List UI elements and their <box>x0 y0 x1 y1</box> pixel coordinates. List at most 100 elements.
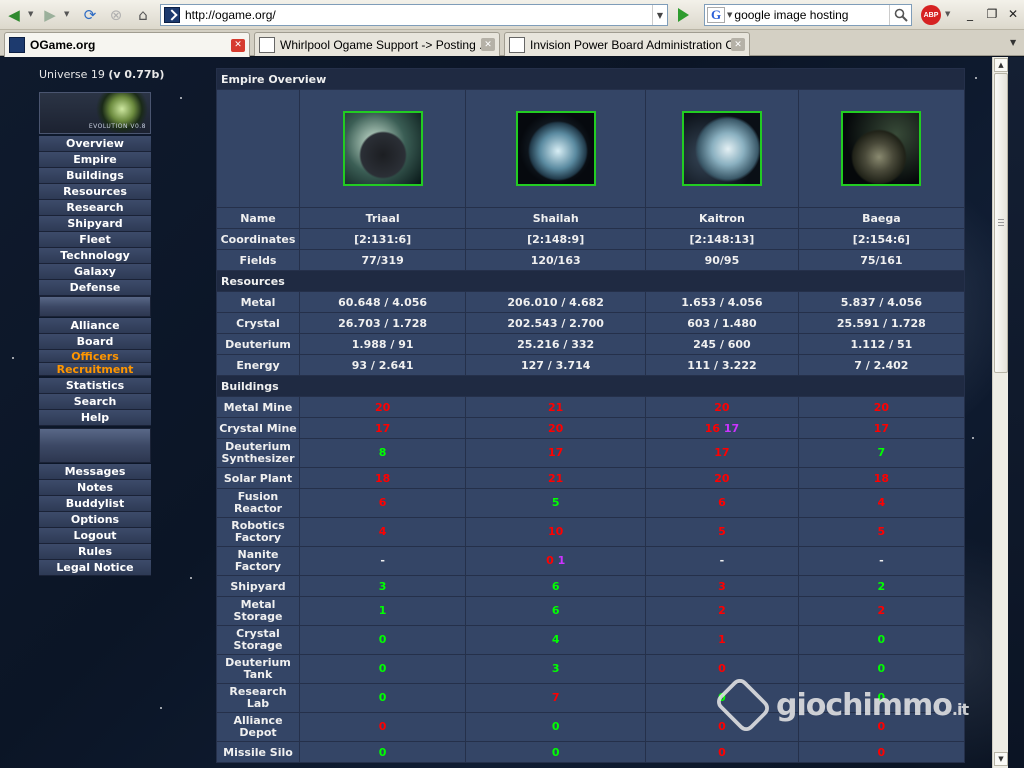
minimize-icon[interactable]: _ <box>962 6 978 22</box>
planet-name[interactable]: Kaitron <box>646 208 798 228</box>
building-level[interactable]: 10 <box>548 525 563 538</box>
menu-item-resources[interactable]: Resources <box>39 184 151 200</box>
restore-icon[interactable]: ❐ <box>984 6 1000 22</box>
planet-image[interactable] <box>515 111 596 186</box>
menu-item-overview[interactable]: Overview <box>39 136 151 152</box>
building-level[interactable]: 7 <box>878 446 886 459</box>
building-level[interactable]: 21 <box>548 401 563 414</box>
menu-item-alliance[interactable]: Alliance <box>39 318 151 334</box>
building-level[interactable]: 3 <box>718 580 726 593</box>
building-level[interactable]: 16 <box>705 422 720 435</box>
menu-item-logout[interactable]: Logout <box>39 528 151 544</box>
building-level[interactable]: 4 <box>552 633 560 646</box>
building-level[interactable]: 21 <box>548 472 563 485</box>
menu-item-galaxy[interactable]: Galaxy <box>39 264 151 280</box>
planet-image[interactable] <box>681 111 762 186</box>
menu-item-buddylist[interactable]: Buddylist <box>39 496 151 512</box>
building-level[interactable]: 1 <box>718 633 726 646</box>
back-icon[interactable]: ◀ <box>4 5 24 25</box>
back-dropdown-icon[interactable]: ▼ <box>28 10 33 18</box>
building-level[interactable]: 8 <box>379 446 387 459</box>
planet-name[interactable]: Shailah <box>466 208 646 228</box>
planet-coords[interactable]: [2:131:6] <box>300 229 466 249</box>
go-icon[interactable] <box>672 5 694 25</box>
building-level[interactable]: 18 <box>874 472 889 485</box>
close-tab-icon[interactable]: ✕ <box>231 38 245 52</box>
menu-item-legal-notice[interactable]: Legal Notice <box>39 560 151 576</box>
building-level[interactable]: 5 <box>718 525 726 538</box>
building-level[interactable]: 5 <box>552 496 560 509</box>
adblock-dropdown-icon[interactable]: ▼ <box>945 10 950 18</box>
menu-item-rules[interactable]: Rules <box>39 544 151 560</box>
building-level[interactable]: 0 <box>718 746 726 759</box>
menu-item-help[interactable]: Help <box>39 410 151 426</box>
stop-icon[interactable]: ⊗ <box>106 5 126 25</box>
close-tab-icon[interactable]: ✕ <box>731 38 745 51</box>
building-level[interactable]: 0 <box>718 662 726 675</box>
building-level[interactable]: 17 <box>874 422 889 435</box>
building-level[interactable]: 6 <box>379 496 387 509</box>
reload-icon[interactable]: ⟳ <box>80 5 100 25</box>
menu-item-officers[interactable]: Officers <box>39 350 151 363</box>
building-level[interactable]: 2 <box>878 580 886 593</box>
building-level[interactable]: 0 <box>546 554 554 567</box>
search-input[interactable]: google image hosting <box>734 8 889 22</box>
building-level[interactable]: 20 <box>874 401 889 414</box>
magnifier-icon[interactable] <box>889 5 911 25</box>
menu-item-recruitment[interactable]: Recruitment <box>39 363 151 376</box>
building-level[interactable]: 20 <box>548 422 563 435</box>
building-level[interactable]: 6 <box>552 604 560 617</box>
menu-item-fleet[interactable]: Fleet <box>39 232 151 248</box>
menu-item-options[interactable]: Options <box>39 512 151 528</box>
planet-image[interactable] <box>841 111 922 186</box>
address-bar[interactable]: http://ogame.org/ ▼ <box>160 4 668 26</box>
planet-coords[interactable]: [2:148:9] <box>466 229 646 249</box>
search-engine-dropdown-icon[interactable]: ▼ <box>727 11 732 19</box>
building-level[interactable]: 17 <box>548 446 563 459</box>
building-level[interactable]: 6 <box>718 496 726 509</box>
planet-name[interactable]: Triaal <box>300 208 466 228</box>
tab-ogame[interactable]: OGame.org ✕ <box>4 32 250 57</box>
menu-item-statistics[interactable]: Statistics <box>39 378 151 394</box>
building-level[interactable]: - <box>720 554 725 567</box>
building-level[interactable]: 3 <box>552 662 560 675</box>
menu-item-messages[interactable]: Messages <box>39 464 151 480</box>
building-level[interactable]: 4 <box>379 525 387 538</box>
building-level[interactable]: 0 <box>878 633 886 646</box>
scroll-up-icon[interactable]: ▲ <box>994 58 1008 72</box>
building-level[interactable]: 7 <box>552 691 560 704</box>
planet-coords[interactable]: [2:154:6] <box>798 229 964 249</box>
building-level[interactable]: 20 <box>714 401 729 414</box>
tab-invision[interactable]: Invision Power Board Administration C...… <box>504 32 750 56</box>
url-text[interactable]: http://ogame.org/ <box>185 8 652 22</box>
building-level[interactable]: 18 <box>375 472 390 485</box>
url-dropdown-icon[interactable]: ▼ <box>652 5 667 25</box>
forward-dropdown-icon[interactable]: ▼ <box>64 10 69 18</box>
building-level[interactable]: 0 <box>379 633 387 646</box>
building-level[interactable]: 0 <box>552 746 560 759</box>
building-level[interactable]: 0 <box>379 662 387 675</box>
menu-item-notes[interactable]: Notes <box>39 480 151 496</box>
building-level[interactable]: 0 <box>379 720 387 733</box>
building-level[interactable]: 0 <box>552 720 560 733</box>
menu-item-research[interactable]: Research <box>39 200 151 216</box>
building-level[interactable]: 5 <box>878 525 886 538</box>
menu-item-shipyard[interactable]: Shipyard <box>39 216 151 232</box>
page-scrollbar[interactable]: ▲ ▼ <box>992 57 1008 768</box>
close-tab-icon[interactable]: ✕ <box>481 38 495 51</box>
menu-item-defense[interactable]: Defense <box>39 280 151 296</box>
building-level[interactable]: - <box>380 554 385 567</box>
search-box[interactable]: G ▼ google image hosting <box>704 4 912 26</box>
close-window-icon[interactable]: ✕ <box>1005 6 1021 22</box>
adblock-icon[interactable]: ABP <box>921 5 941 25</box>
home-icon[interactable]: ⌂ <box>133 5 153 25</box>
scroll-thumb[interactable] <box>994 73 1008 373</box>
menu-item-technology[interactable]: Technology <box>39 248 151 264</box>
building-level[interactable]: 20 <box>375 401 390 414</box>
planet-image[interactable] <box>342 111 423 186</box>
building-level[interactable]: 0 <box>379 746 387 759</box>
building-level[interactable]: 1 <box>379 604 387 617</box>
menu-item-buildings[interactable]: Buildings <box>39 168 151 184</box>
building-level[interactable]: 0 <box>878 662 886 675</box>
building-level[interactable]: - <box>879 554 884 567</box>
